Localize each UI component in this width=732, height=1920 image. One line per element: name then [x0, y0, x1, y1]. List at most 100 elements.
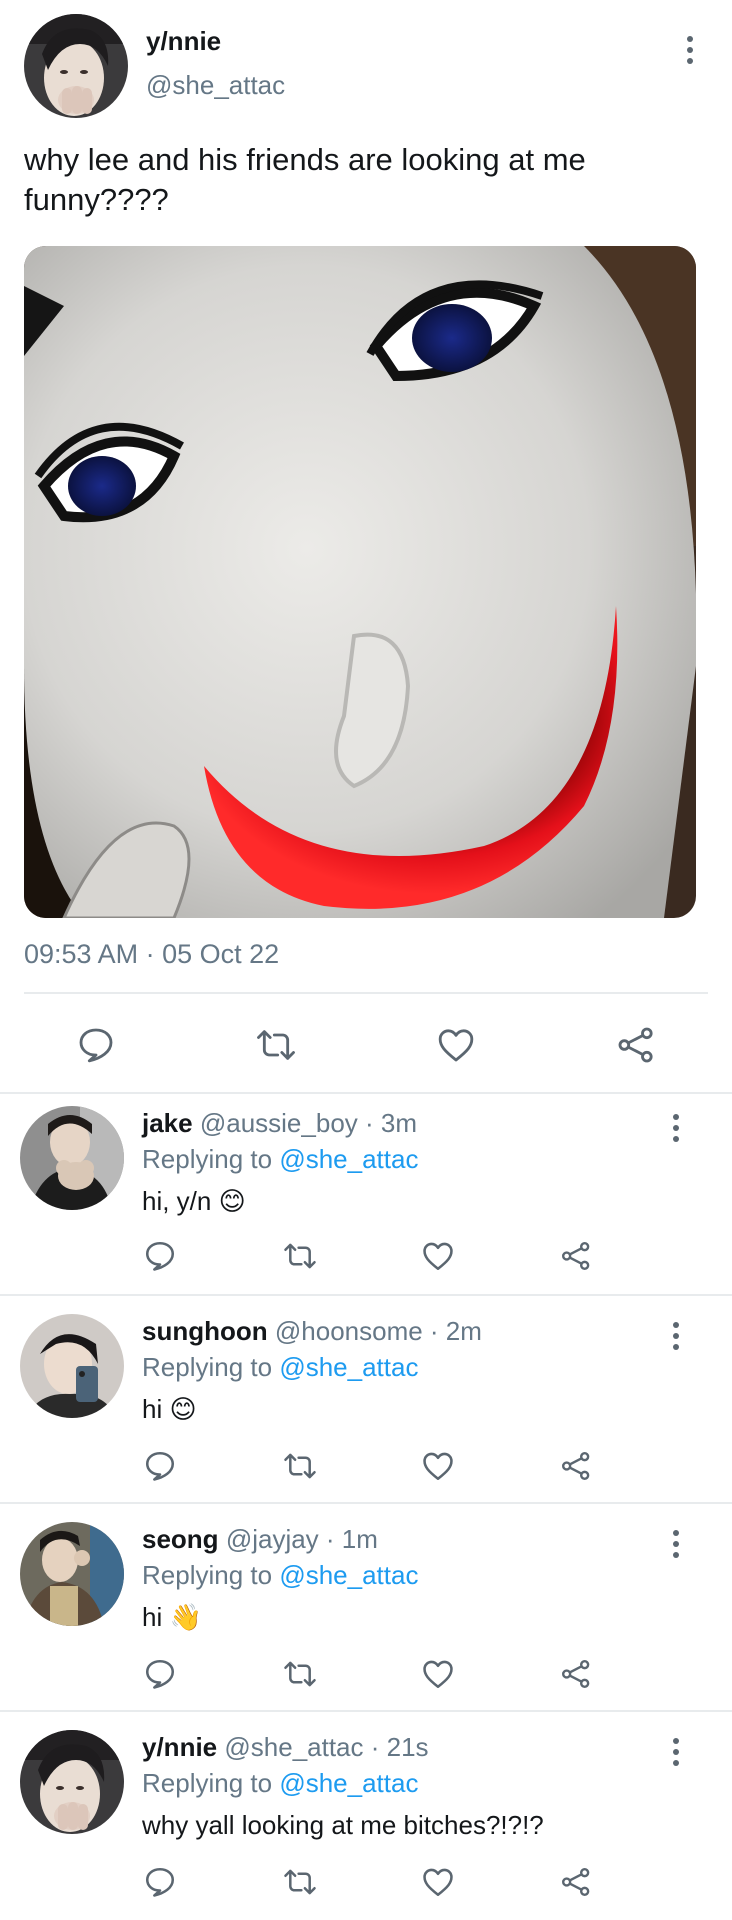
comment-bubble-icon: [145, 1867, 175, 1897]
reply-handle[interactable]: @she_attac: [224, 1732, 363, 1762]
reply-display-name[interactable]: jake: [142, 1108, 193, 1138]
wave-emoji-icon: 👋: [169, 1602, 202, 1632]
tweet-timestamp: 09:53 AM · 05 Oct 22: [24, 939, 280, 969]
author-avatar[interactable]: [24, 14, 128, 118]
reply-more-button[interactable]: [664, 1108, 688, 1148]
reply-text-content: hi, y/n: [142, 1186, 212, 1216]
reply-text: why yall looking at me bitches?!?!?: [142, 1810, 544, 1841]
reply-avatar[interactable]: [20, 1314, 124, 1418]
reply-handle[interactable]: @aussie_boy: [200, 1108, 358, 1138]
replying-to-label: Replying to: [142, 1352, 273, 1382]
reply-text: hi 😊: [142, 1394, 197, 1425]
reply-header: sunghoon @hoonsome · 2m: [142, 1316, 482, 1347]
retweet-icon: [284, 1869, 316, 1895]
more-vertical-icon: [673, 1114, 679, 1120]
like-button[interactable]: [416, 1656, 460, 1692]
more-vertical-icon: [687, 36, 693, 42]
reply-more-button[interactable]: [664, 1524, 688, 1564]
like-button[interactable]: [416, 1864, 460, 1900]
reply-text-content: hi: [142, 1602, 163, 1632]
retweet-icon: [284, 1453, 316, 1479]
more-vertical-icon: [673, 1530, 679, 1536]
share-button[interactable]: [554, 1448, 598, 1484]
reply-time: · 3m: [365, 1108, 418, 1138]
retweet-button[interactable]: [278, 1448, 322, 1484]
share-icon: [562, 1242, 590, 1270]
comment-bubble-icon: [79, 1028, 113, 1063]
reply-button[interactable]: [138, 1238, 182, 1274]
retweet-button[interactable]: [278, 1238, 322, 1274]
reply-time: · 2m: [429, 1316, 482, 1346]
reply-button[interactable]: [138, 1448, 182, 1484]
retweet-icon: [284, 1661, 316, 1687]
retweet-button[interactable]: [278, 1864, 322, 1900]
heart-icon: [423, 1452, 453, 1481]
heart-icon: [423, 1868, 453, 1897]
heart-icon: [423, 1242, 453, 1271]
share-button[interactable]: [554, 1238, 598, 1274]
tweet-more-button[interactable]: [678, 30, 702, 70]
retweet-icon: [284, 1243, 316, 1269]
like-button[interactable]: [428, 1020, 484, 1070]
author-handle[interactable]: @she_attac: [146, 70, 285, 101]
reply-item[interactable]: jake @aussie_boy · 3m Replying to @she_a…: [0, 1094, 732, 1294]
reply-display-name[interactable]: y/nnie: [142, 1732, 217, 1762]
reply-text-content: why yall looking at me bitches?!?!?: [142, 1810, 544, 1840]
tweet-image[interactable]: [24, 246, 696, 918]
replying-to-line: Replying to @she_attac: [142, 1144, 418, 1175]
divider: [0, 1502, 732, 1504]
reply-header: jake @aussie_boy · 3m: [142, 1108, 417, 1139]
retweet-icon: [257, 1030, 295, 1060]
tweet-text: why lee and his friends are looking at m…: [24, 142, 586, 217]
heart-icon: [438, 1029, 474, 1062]
reply-avatar[interactable]: [20, 1730, 124, 1834]
heart-icon: [423, 1660, 453, 1689]
like-button[interactable]: [416, 1238, 460, 1274]
retweet-button[interactable]: [278, 1656, 322, 1692]
replying-to-link[interactable]: @she_attac: [279, 1768, 418, 1798]
smile-emoji-icon: 😊: [218, 1186, 246, 1216]
reply-display-name[interactable]: seong: [142, 1524, 219, 1554]
reply-more-button[interactable]: [664, 1732, 688, 1772]
replying-to-link[interactable]: @she_attac: [279, 1352, 418, 1382]
replying-to-label: Replying to: [142, 1560, 273, 1590]
reply-text: hi, y/n 😊: [142, 1186, 246, 1217]
reply-time: · 1m: [325, 1524, 378, 1554]
divider: [0, 1294, 732, 1296]
replying-to-line: Replying to @she_attac: [142, 1352, 418, 1383]
retweet-button[interactable]: [248, 1020, 304, 1070]
divider: [24, 992, 708, 994]
reply-item[interactable]: sunghoon @hoonsome · 2m Replying to @she…: [0, 1302, 732, 1502]
share-button[interactable]: [608, 1020, 664, 1070]
reply-avatar[interactable]: [20, 1522, 124, 1626]
reply-handle[interactable]: @hoonsome: [275, 1316, 423, 1346]
share-icon: [562, 1660, 590, 1688]
reply-display-name[interactable]: sunghoon: [142, 1316, 268, 1346]
share-button[interactable]: [554, 1656, 598, 1692]
replying-to-link[interactable]: @she_attac: [279, 1560, 418, 1590]
replying-to-line: Replying to @she_attac: [142, 1560, 418, 1591]
replying-to-label: Replying to: [142, 1768, 273, 1798]
reply-button[interactable]: [138, 1656, 182, 1692]
reply-item[interactable]: seong @jayjay · 1m Replying to @she_atta…: [0, 1510, 732, 1710]
reply-handle[interactable]: @jayjay: [226, 1524, 319, 1554]
reply-item[interactable]: y/nnie @she_attac · 21s Replying to @she…: [0, 1718, 732, 1918]
replying-to-line: Replying to @she_attac: [142, 1768, 418, 1799]
reply-button[interactable]: [68, 1020, 124, 1070]
replying-to-link[interactable]: @she_attac: [279, 1144, 418, 1174]
reply-button[interactable]: [138, 1864, 182, 1900]
more-vertical-icon: [673, 1738, 679, 1744]
share-icon: [562, 1868, 590, 1896]
like-button[interactable]: [416, 1448, 460, 1484]
divider: [0, 1710, 732, 1712]
reply-header: y/nnie @she_attac · 21s: [142, 1732, 429, 1763]
reply-more-button[interactable]: [664, 1316, 688, 1356]
author-display-name[interactable]: y/nnie: [146, 26, 221, 57]
share-button[interactable]: [554, 1864, 598, 1900]
reply-text-content: hi: [142, 1394, 163, 1424]
reply-time: · 21s: [370, 1732, 429, 1762]
reply-avatar[interactable]: [20, 1106, 124, 1210]
share-icon: [562, 1452, 590, 1480]
comment-bubble-icon: [145, 1659, 175, 1689]
smile-emoji-icon: 😊: [169, 1394, 197, 1424]
